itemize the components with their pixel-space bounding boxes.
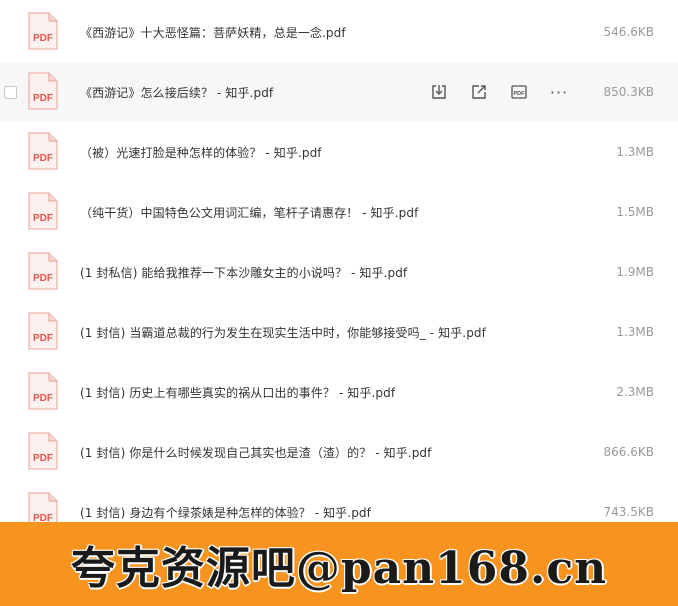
svg-text:PDF: PDF bbox=[33, 93, 53, 104]
pdf-preview-icon[interactable]: PDF bbox=[508, 81, 530, 103]
svg-text:PDF: PDF bbox=[33, 393, 53, 404]
pdf-file-icon: PDF bbox=[28, 72, 58, 110]
file-row[interactable]: PDF (1 封信) 历史上有哪些真实的祸从口出的事件？ - 知乎.pdf 2.… bbox=[0, 362, 678, 422]
file-size: 1.3MB bbox=[616, 325, 654, 339]
file-size: 1.3MB bbox=[616, 145, 654, 159]
svg-text:PDF: PDF bbox=[514, 91, 526, 97]
file-size: 2.3MB bbox=[616, 385, 654, 399]
pdf-file-icon: PDF bbox=[28, 312, 58, 350]
svg-text:PDF: PDF bbox=[33, 213, 53, 224]
download-icon[interactable] bbox=[428, 81, 450, 103]
file-row[interactable]: PDF （被）光速打脸是种怎样的体验？ - 知乎.pdf 1.3MB bbox=[0, 122, 678, 182]
file-row[interactable]: PDF 《西游记》怎么接后续？ - 知乎.pdf PDF ··· 850.3KB bbox=[0, 62, 678, 122]
row-checkbox[interactable] bbox=[4, 85, 17, 99]
pdf-file-icon: PDF bbox=[28, 432, 58, 470]
file-name[interactable]: (1 封信) 历史上有哪些真实的祸从口出的事件？ - 知乎.pdf bbox=[80, 384, 395, 401]
file-row[interactable]: PDF （纯干货）中国特色公文用词汇编，笔杆子请惠存！ - 知乎.pdf 1.5… bbox=[0, 182, 678, 242]
pdf-file-icon: PDF bbox=[28, 132, 58, 170]
file-list: PDF 《西游记》十大恶怪篇：菩萨妖精，总是一念.pdf 546.6KB PDF… bbox=[0, 0, 678, 522]
file-name[interactable]: （纯干货）中国特色公文用词汇编，笔杆子请惠存！ - 知乎.pdf bbox=[80, 204, 418, 221]
file-name[interactable]: 《西游记》怎么接后续？ - 知乎.pdf bbox=[80, 84, 273, 101]
pdf-file-icon: PDF bbox=[28, 12, 58, 50]
file-size: 1.5MB bbox=[616, 205, 654, 219]
file-name[interactable]: （被）光速打脸是种怎样的体验？ - 知乎.pdf bbox=[80, 144, 322, 161]
pdf-file-icon: PDF bbox=[28, 252, 58, 290]
pdf-file-icon: PDF bbox=[28, 492, 58, 522]
file-name[interactable]: (1 封私信) 能给我推荐一下本沙雕女主的小说吗？ - 知乎.pdf bbox=[80, 264, 407, 281]
file-name[interactable]: (1 封信) 你是什么时候发现自己其实也是渣（渣）的？ - 知乎.pdf bbox=[80, 444, 431, 461]
svg-text:PDF: PDF bbox=[33, 513, 53, 522]
file-name[interactable]: 《西游记》十大恶怪篇：菩萨妖精，总是一念.pdf bbox=[80, 24, 346, 41]
pdf-file-icon: PDF bbox=[28, 372, 58, 410]
pdf-file-icon: PDF bbox=[28, 192, 58, 230]
file-size: 546.6KB bbox=[603, 25, 654, 39]
svg-text:PDF: PDF bbox=[33, 153, 53, 164]
svg-text:PDF: PDF bbox=[33, 273, 53, 284]
file-row[interactable]: PDF (1 封私信) 能给我推荐一下本沙雕女主的小说吗？ - 知乎.pdf 1… bbox=[0, 242, 678, 302]
file-size: 850.3KB bbox=[603, 85, 654, 99]
watermark-text: 夸克资源吧@pan168.cn bbox=[70, 543, 608, 594]
file-size: 743.5KB bbox=[603, 505, 654, 519]
file-row[interactable]: PDF 《西游记》十大恶怪篇：菩萨妖精，总是一念.pdf 546.6KB bbox=[0, 2, 678, 62]
file-name[interactable]: (1 封信) 身边有个绿茶婊是种怎样的体验？ - 知乎.pdf bbox=[80, 504, 371, 521]
svg-text:PDF: PDF bbox=[33, 33, 53, 44]
file-row[interactable]: PDF (1 封信) 你是什么时候发现自己其实也是渣（渣）的？ - 知乎.pdf… bbox=[0, 422, 678, 482]
row-actions: PDF ··· bbox=[428, 81, 570, 103]
svg-text:PDF: PDF bbox=[33, 333, 53, 344]
file-size: 1.9MB bbox=[616, 265, 654, 279]
svg-text:PDF: PDF bbox=[33, 453, 53, 464]
watermark-banner: 夸克资源吧@pan168.cn bbox=[0, 522, 678, 606]
share-icon[interactable] bbox=[468, 81, 490, 103]
file-row[interactable]: PDF (1 封信) 当霸道总裁的行为发生在现实生活中时，你能够接受吗_ - 知… bbox=[0, 302, 678, 362]
file-name[interactable]: (1 封信) 当霸道总裁的行为发生在现实生活中时，你能够接受吗_ - 知乎.pd… bbox=[80, 324, 486, 341]
file-size: 866.6KB bbox=[603, 445, 654, 459]
more-icon[interactable]: ··· bbox=[548, 81, 570, 103]
file-row[interactable]: PDF (1 封信) 身边有个绿茶婊是种怎样的体验？ - 知乎.pdf 743.… bbox=[0, 482, 678, 522]
